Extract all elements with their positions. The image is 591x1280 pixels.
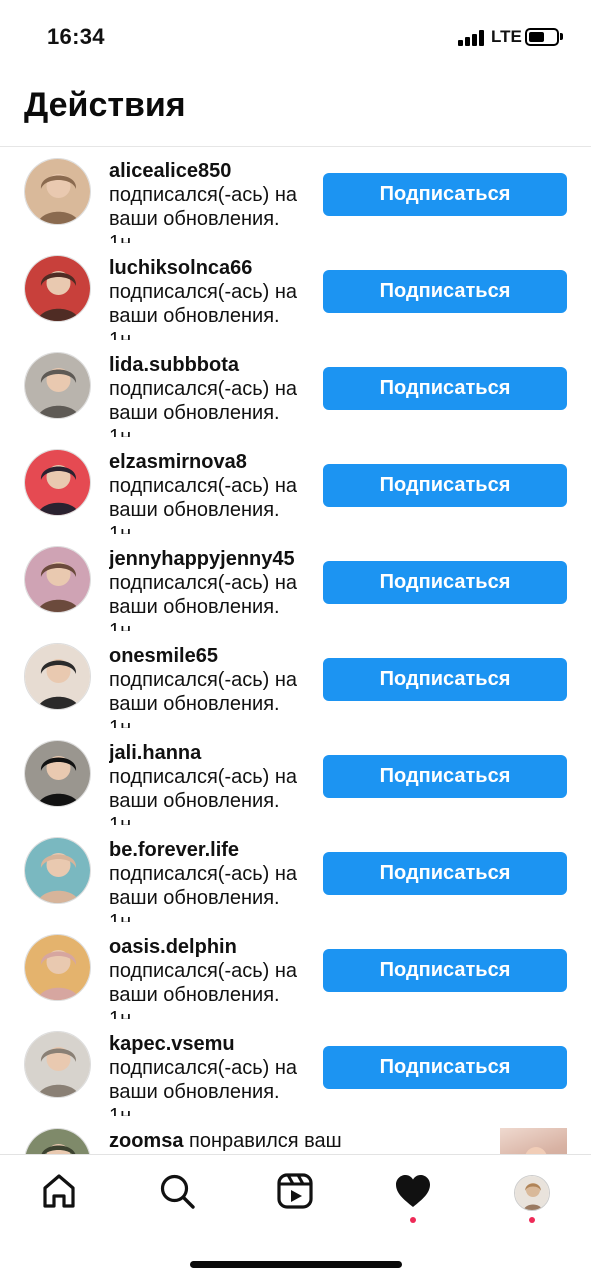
user-avatar[interactable]	[24, 1031, 91, 1098]
tab-search[interactable]	[157, 1171, 197, 1211]
activity-row[interactable]: alicealice850 подписался(-ась) на ваши о…	[0, 150, 591, 247]
profile-avatar[interactable]	[514, 1175, 550, 1211]
follow-button[interactable]: Подписаться	[323, 949, 567, 992]
user-avatar[interactable]	[24, 449, 91, 516]
user-avatar[interactable]	[24, 158, 91, 225]
activity-text: onesmile65 подписался(-ась) на ваши обно…	[109, 644, 304, 728]
activity-row[interactable]: jali.hanna подписался(-ась) на ваши обно…	[0, 732, 591, 829]
activity-message: подписался(-ась) на ваши обновления. 1н	[109, 281, 298, 340]
follow-button[interactable]: Подписаться	[323, 270, 567, 313]
heart-icon	[396, 1175, 430, 1207]
activity-row[interactable]: lida.subbbota подписался(-ась) на ваши о…	[0, 344, 591, 441]
activity-message: подписался(-ась) на ваши обновления. 1н	[109, 1057, 298, 1116]
tab-home[interactable]	[39, 1171, 79, 1211]
activity-row[interactable]: oasis.delphin подписался(-ась) на ваши о…	[0, 926, 591, 1023]
battery-tip	[560, 33, 563, 40]
user-avatar[interactable]	[24, 1128, 91, 1154]
user-avatar[interactable]	[24, 352, 91, 419]
user-avatar[interactable]	[24, 740, 91, 807]
post-thumbnail[interactable]	[500, 1128, 567, 1154]
activity-text: jali.hanna подписался(-ась) на ваши обно…	[109, 741, 304, 825]
user-avatar[interactable]	[24, 255, 91, 322]
activity-message: подписался(-ась) на ваши обновления. 1н	[109, 572, 298, 631]
activity-text: be.forever.life подписался(-ась) на ваши…	[109, 838, 304, 922]
status-time: 16:34	[47, 24, 105, 49]
username-link[interactable]: lida.subbbota	[109, 354, 239, 376]
activity-message: подписался(-ась) на ваши обновления. 1н	[109, 378, 298, 437]
follow-button[interactable]: Подписаться	[323, 561, 567, 604]
network-type: LTE	[491, 27, 522, 46]
activity-message: подписался(-ась) на ваши обновления. 1н	[109, 766, 298, 825]
activity-row[interactable]: elzasmirnova8 подписался(-ась) на ваши о…	[0, 441, 591, 538]
follow-button[interactable]: Подписаться	[323, 1046, 567, 1089]
page-title: Действия	[24, 86, 186, 124]
signal-strength-icon	[458, 30, 486, 46]
username-link[interactable]: alicealice850	[109, 160, 231, 182]
username-link[interactable]: elzasmirnova8	[109, 451, 247, 473]
activity-message: подписался(-ась) на ваши обновления. 1н	[109, 184, 298, 243]
username-link[interactable]: zoomsa	[109, 1130, 183, 1152]
activity-row[interactable]: be.forever.life подписался(-ась) на ваши…	[0, 829, 591, 926]
username-link[interactable]: jennyhappyjenny45	[109, 548, 295, 570]
activity-text: luchiksolnca66 подписался(-ась) на ваши …	[109, 256, 304, 340]
username-link[interactable]: jali.hanna	[109, 742, 201, 764]
activity-list[interactable]: alicealice850 подписался(-ась) на ваши о…	[0, 150, 591, 1154]
activity-text: alicealice850 подписался(-ась) на ваши о…	[109, 159, 304, 243]
follow-button[interactable]: Подписаться	[323, 367, 567, 410]
tab-activity[interactable]	[393, 1171, 433, 1211]
reels-icon	[277, 1173, 313, 1209]
profile-notification-dot	[529, 1217, 535, 1223]
status-bar: 16:34 LTE	[0, 0, 591, 72]
user-avatar[interactable]	[24, 837, 91, 904]
follow-button[interactable]: Подписаться	[323, 852, 567, 895]
activity-text: oasis.delphin подписался(-ась) на ваши о…	[109, 935, 304, 1019]
activity-row[interactable]: zoomsa понравился ваш	[0, 1120, 591, 1154]
user-avatar[interactable]	[24, 643, 91, 710]
follow-button[interactable]: Подписаться	[323, 755, 567, 798]
activity-notification-dot	[410, 1217, 416, 1223]
username-link[interactable]: onesmile65	[109, 645, 218, 667]
follow-button[interactable]: Подписаться	[323, 658, 567, 701]
user-avatar[interactable]	[24, 934, 91, 1001]
follow-button[interactable]: Подписаться	[323, 464, 567, 507]
activity-text: lida.subbbota подписался(-ась) на ваши о…	[109, 353, 304, 437]
activity-message: подписался(-ась) на ваши обновления. 1н	[109, 960, 298, 1019]
activity-row[interactable]: jennyhappyjenny45 подписался(-ась) на ва…	[0, 538, 591, 635]
search-icon	[160, 1174, 195, 1209]
username-link[interactable]: kapec.vsemu	[109, 1033, 235, 1055]
activity-text: jennyhappyjenny45 подписался(-ась) на ва…	[109, 547, 304, 631]
username-link[interactable]: luchiksolnca66	[109, 257, 252, 279]
username-link[interactable]: oasis.delphin	[109, 936, 237, 958]
activity-message: понравился ваш	[189, 1130, 342, 1152]
activity-row[interactable]: luchiksolnca66 подписался(-ась) на ваши …	[0, 247, 591, 344]
header-divider	[0, 146, 591, 147]
activity-text: zoomsa понравился ваш	[109, 1129, 489, 1154]
follow-button[interactable]: Подписаться	[323, 173, 567, 216]
home-icon	[43, 1174, 75, 1208]
profile-photo-icon	[515, 1176, 549, 1210]
activity-text: elzasmirnova8 подписался(-ась) на ваши о…	[109, 450, 304, 534]
user-avatar[interactable]	[24, 546, 91, 613]
activity-row[interactable]: onesmile65 подписался(-ась) на ваши обно…	[0, 635, 591, 732]
activity-message: подписался(-ась) на ваши обновления. 1н	[109, 863, 298, 922]
activity-message: подписался(-ась) на ваши обновления. 1н	[109, 669, 298, 728]
activity-text: kapec.vsemu подписался(-ась) на ваши обн…	[109, 1032, 304, 1116]
username-link[interactable]: be.forever.life	[109, 839, 239, 861]
home-indicator	[190, 1261, 402, 1268]
activity-message: подписался(-ась) на ваши обновления. 1н	[109, 475, 298, 534]
activity-row[interactable]: kapec.vsemu подписался(-ась) на ваши обн…	[0, 1023, 591, 1120]
tab-reels[interactable]	[275, 1171, 315, 1211]
battery-icon	[525, 28, 559, 46]
